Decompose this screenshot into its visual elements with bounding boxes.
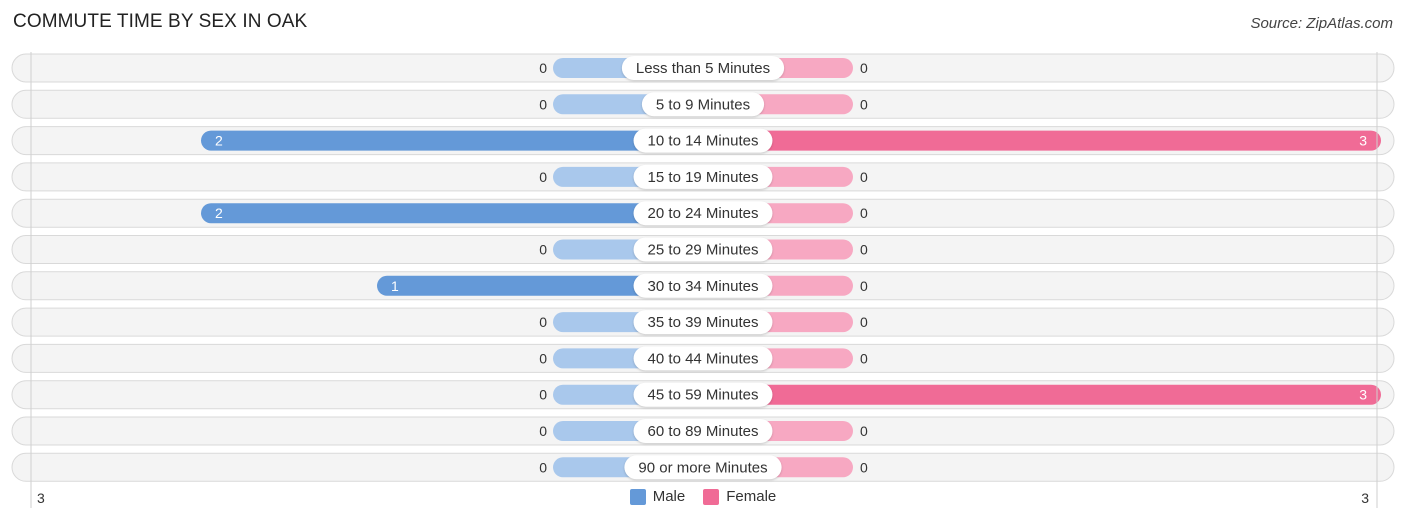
- value-label-male: 0: [539, 96, 547, 112]
- value-label-female: 0: [860, 205, 868, 221]
- legend-item-male[interactable]: Male: [629, 488, 686, 505]
- category-label: 30 to 34 Minutes: [648, 278, 759, 295]
- category-label: 20 to 24 Minutes: [648, 205, 759, 222]
- value-label-female: 0: [860, 423, 868, 439]
- category-label: Less than 5 Minutes: [636, 60, 770, 77]
- value-label-male: 0: [539, 60, 547, 76]
- value-label-female: 0: [860, 278, 868, 294]
- value-label-male: 0: [539, 459, 547, 475]
- legend-label-female: Female: [726, 488, 777, 505]
- category-label: 90 or more Minutes: [638, 459, 767, 476]
- chart-canvas: Less than 5 Minutes 0 0 5 to 9 Minutes 0 0 10 …: [11, 52, 1395, 508]
- bar-female: [703, 130, 1381, 151]
- value-label-male: 2: [215, 133, 223, 149]
- value-label-female: 0: [860, 96, 868, 112]
- value-label-female: 3: [1359, 133, 1367, 149]
- value-label-male: 0: [539, 423, 547, 439]
- value-label-male: 2: [215, 205, 223, 221]
- category-label: 25 to 29 Minutes: [648, 242, 759, 259]
- value-label-female: 0: [860, 60, 868, 76]
- value-label-male: 0: [539, 169, 547, 185]
- value-label-female: 0: [860, 242, 868, 258]
- legend-label-male: Male: [652, 488, 686, 505]
- legend-swatch-male: [629, 488, 646, 505]
- value-label-male: 0: [539, 387, 547, 403]
- bar-male: [201, 130, 703, 151]
- bar-female: [703, 384, 1381, 405]
- category-label: 35 to 39 Minutes: [648, 314, 759, 331]
- category-label: 10 to 14 Minutes: [648, 133, 759, 150]
- value-label-female: 3: [1359, 387, 1367, 403]
- category-label: 5 to 9 Minutes: [656, 96, 750, 113]
- value-label-male: 0: [539, 314, 547, 330]
- value-label-male: 1: [391, 278, 399, 294]
- value-label-female: 0: [860, 169, 868, 185]
- value-label-male: 0: [539, 350, 547, 366]
- value-label-female: 0: [860, 350, 868, 366]
- value-label-female: 0: [860, 459, 868, 475]
- category-label: 45 to 59 Minutes: [648, 387, 759, 404]
- bar-male: [201, 203, 703, 224]
- category-label: 60 to 89 Minutes: [648, 423, 759, 440]
- legend: Male Female: [0, 488, 1406, 505]
- value-label-female: 0: [860, 314, 868, 330]
- category-label: 40 to 44 Minutes: [648, 350, 759, 367]
- category-label: 15 to 19 Minutes: [648, 169, 759, 186]
- legend-item-female[interactable]: Female: [703, 488, 776, 505]
- value-label-male: 0: [539, 242, 547, 258]
- legend-swatch-female: [703, 488, 720, 505]
